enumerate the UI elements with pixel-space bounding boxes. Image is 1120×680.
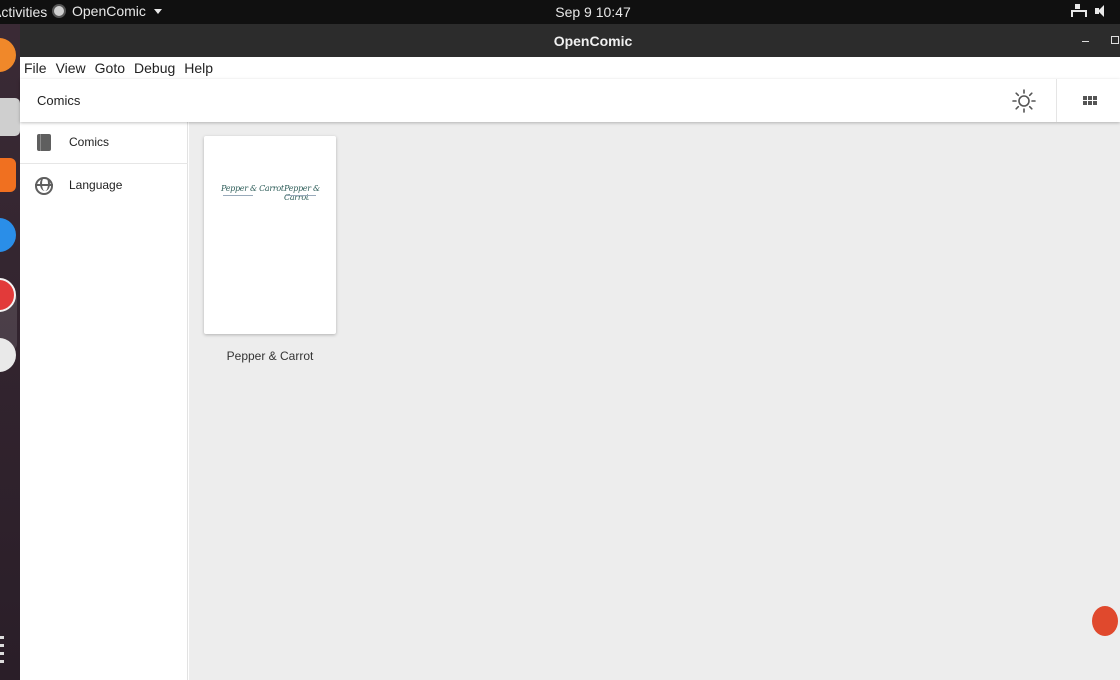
menu-help[interactable]: Help [184, 60, 213, 76]
comic-card[interactable]: Pepper & Carrot Pepper & Carrot [204, 136, 336, 334]
sidebar: Comics Language [20, 122, 188, 680]
menu-bar: File View Goto Debug Help [20, 57, 1120, 79]
grid-view-icon [1083, 96, 1097, 105]
thunderbird-icon[interactable] [0, 218, 16, 252]
header-divider [1056, 79, 1057, 122]
app-header: Comics [20, 79, 1120, 122]
menu-debug[interactable]: Debug [134, 60, 175, 76]
network-icon[interactable] [1070, 4, 1087, 18]
show-apps-icon[interactable] [0, 636, 4, 666]
opencomic-window: OpenComic File View Goto Debug Help Comi… [20, 24, 1120, 680]
maximize-icon[interactable] [1108, 32, 1120, 48]
view-mode-button[interactable] [1076, 87, 1104, 115]
page-title: Comics [37, 93, 81, 108]
minimize-icon[interactable] [1078, 32, 1094, 48]
title-bar[interactable]: OpenComic [20, 24, 1120, 57]
menu-view[interactable]: View [56, 60, 86, 76]
book-icon [37, 134, 51, 151]
brightness-icon [1012, 89, 1036, 113]
sidebar-item-label: Comics [69, 135, 110, 149]
window-title: OpenComic [553, 33, 633, 49]
files-icon[interactable] [0, 98, 20, 136]
clock[interactable]: Sep 9 10:47 [0, 4, 1120, 20]
comics-library: Pepper & Carrot Pepper & Carrot Pepper &… [189, 122, 1120, 680]
theme-toggle-button[interactable] [1010, 87, 1038, 115]
system-top-bar: Activities OpenComic Sep 9 10:47 [0, 0, 1120, 24]
cover-logo-text: Pepper & Carrot [284, 184, 336, 202]
floating-action-button[interactable] [1092, 606, 1118, 636]
sidebar-item-language[interactable]: Language [20, 165, 188, 207]
firefox-icon[interactable] [0, 38, 16, 72]
system-tray[interactable] [1070, 4, 1108, 18]
volume-icon[interactable] [1094, 4, 1108, 18]
dock [0, 24, 20, 680]
cover-logo-text: Pepper & Carrot [221, 184, 284, 196]
comic-title[interactable]: Pepper & Carrot [204, 349, 336, 363]
sidebar-item-label: Language [69, 178, 123, 192]
globe-icon [35, 177, 53, 195]
menu-goto[interactable]: Goto [95, 60, 125, 76]
sidebar-item-comics[interactable]: Comics [20, 122, 188, 164]
menu-file[interactable]: File [24, 60, 47, 76]
software-icon[interactable] [0, 158, 16, 192]
